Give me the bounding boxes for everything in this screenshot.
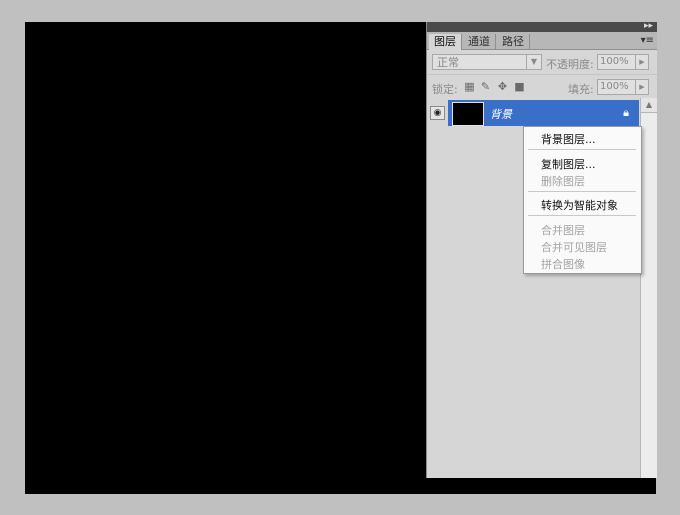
layer-name: 背景 (490, 108, 512, 121)
scroll-up-arrow-icon[interactable]: ▲ (641, 98, 657, 113)
tab-channels[interactable]: 通道 (463, 34, 496, 49)
menu-separator (528, 215, 636, 216)
panel-tabs: 图层 通道 路径 ▾≡ (427, 32, 657, 50)
fill-label: 填充: (568, 83, 594, 96)
lock-row: 锁定: ▦ ✎ ✥ ■ 填充: 100% ▶ (427, 75, 657, 99)
tab-paths[interactable]: 路径 (497, 34, 530, 49)
panel-titlebar: ▸▸ (427, 20, 657, 32)
lock-all-icon[interactable]: ■ (514, 81, 525, 92)
menu-separator (528, 149, 636, 150)
menu-item-background-layer[interactable]: 背景图层... (541, 131, 596, 147)
eye-visibility-icon[interactable]: ◉ (430, 106, 445, 120)
tab-layers[interactable]: 图层 (429, 34, 462, 50)
chevron-down-icon: ▼ (526, 55, 541, 69)
menu-item-duplicate-layer[interactable]: 复制图层... (541, 156, 596, 172)
menu-item-merge-layers: 合并图层 (541, 224, 585, 237)
menu-item-flatten-image: 拼合图像 (541, 258, 585, 271)
lock-position-move-icon[interactable]: ✥ (497, 81, 508, 92)
lock-label: 锁定: (432, 83, 458, 96)
collapse-panel-icon[interactable]: ▸▸ (644, 20, 653, 32)
menu-item-merge-visible: 合并可见图层 (541, 241, 607, 254)
layer-row-background[interactable]: ◉ 背景 🔒︎ (427, 100, 639, 126)
lock-transparency-icon[interactable]: ▦ (464, 81, 475, 92)
menu-item-delete-layer: 删除图层 (541, 175, 585, 188)
panel-menu-icon[interactable]: ▾≡ (641, 35, 654, 46)
fill-slider-arrow-icon[interactable]: ▶ (635, 80, 648, 94)
blend-row: 正常 ▼ 不透明度: 100% ▶ (427, 50, 657, 75)
blend-mode-value: 正常 (437, 56, 459, 69)
fill-field[interactable]: 100% ▶ (597, 79, 649, 95)
menu-separator (528, 191, 636, 192)
blend-mode-select[interactable]: 正常 ▼ (432, 54, 542, 70)
opacity-slider-arrow-icon[interactable]: ▶ (635, 55, 648, 69)
menu-item-convert-smart-object[interactable]: 转换为智能对象 (541, 197, 618, 213)
layer-context-menu: 背景图层... 复制图层... 删除图层 转换为智能对象 合并图层 合并可见图层… (523, 126, 642, 274)
lock-pixels-brush-icon[interactable]: ✎ (480, 81, 491, 92)
fill-value: 100% (600, 81, 629, 92)
opacity-field[interactable]: 100% ▶ (597, 54, 649, 70)
layer-selected[interactable]: 背景 🔒︎ (448, 100, 639, 126)
opacity-label: 不透明度: (546, 58, 594, 71)
layers-scrollbar[interactable]: ▲ (640, 98, 657, 478)
layer-thumbnail (452, 102, 484, 126)
image-canvas[interactable] (25, 22, 425, 494)
opacity-value: 100% (600, 56, 629, 67)
layer-lock-icon: 🔒︎ (623, 106, 629, 119)
